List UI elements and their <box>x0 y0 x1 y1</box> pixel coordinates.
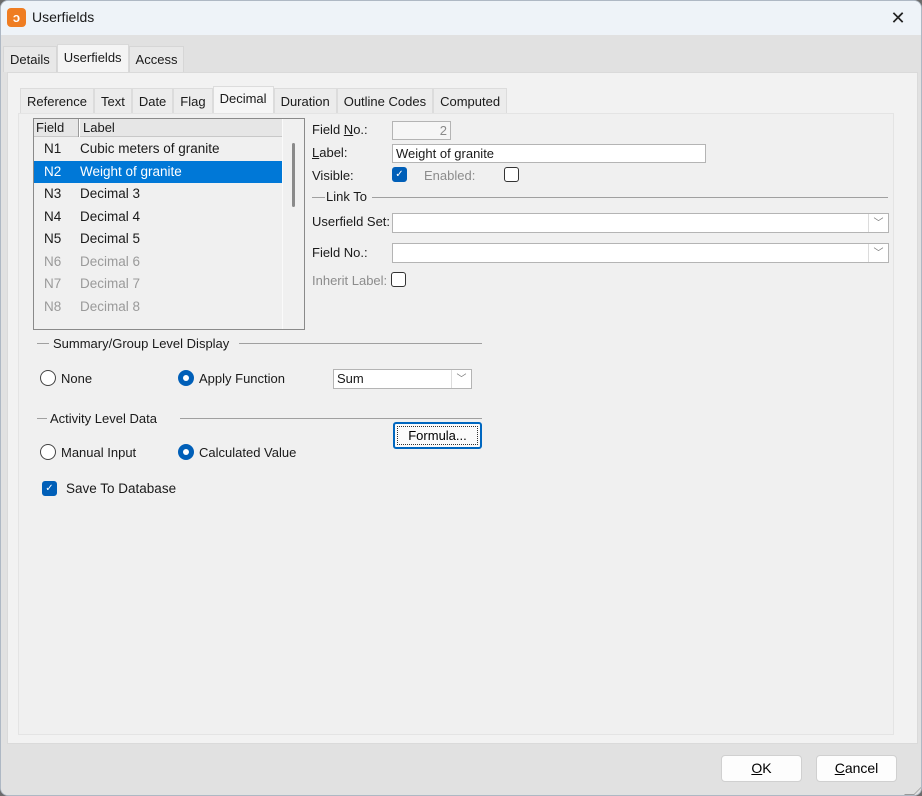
manual-input-radio[interactable] <box>40 444 56 460</box>
list-item-label: Decimal 6 <box>80 253 141 269</box>
inner-tab-bar: Reference Text Date Flag Decimal Duratio… <box>20 84 508 115</box>
app-logo-icon: ↄ <box>7 8 26 27</box>
list-item-field: N2 <box>44 163 62 179</box>
list-item-field: N4 <box>44 208 62 224</box>
cancel-button[interactable]: Cancel <box>816 755 897 782</box>
ok-button[interactable]: OK <box>721 755 802 782</box>
chevron-down-icon: ﹀ <box>451 370 471 388</box>
formula-button[interactable]: Formula... <box>393 422 482 449</box>
activity-divider-right <box>180 418 482 419</box>
list-item-field: N5 <box>44 231 62 246</box>
activity-group-title: Activity Level Data <box>50 411 157 426</box>
list-item[interactable]: N5 Decimal 5 <box>34 228 282 251</box>
apply-function-radio-label: Apply Function <box>199 371 285 386</box>
activity-divider-left <box>37 418 47 419</box>
label-input[interactable]: Weight of granite <box>392 144 706 163</box>
chevron-down-icon: ﹀ <box>868 214 888 232</box>
tab-date[interactable]: Date <box>131 88 174 114</box>
scrollbar-thumb[interactable] <box>292 143 295 207</box>
summary-group-title: Summary/Group Level Display <box>53 336 230 351</box>
none-radio-label: None <box>61 371 93 386</box>
calculated-value-radio-label: Calculated Value <box>199 445 297 460</box>
list-scrollbar[interactable] <box>282 119 304 329</box>
link-field-no-label: Field No.: <box>312 245 368 260</box>
list-rows: N1 Cubic meters of granite N2 Weight of gra… <box>34 138 282 318</box>
field-no-input[interactable]: 2 <box>392 121 451 140</box>
list-item-field: N8 <box>44 298 62 314</box>
checkmark-icon: ✓ <box>395 169 404 180</box>
summary-divider-right <box>239 343 482 344</box>
list-item-label: Cubic meters of granite <box>80 141 220 156</box>
save-to-database-label: Save To Database <box>66 481 177 496</box>
manual-input-radio-label: Manual Input <box>61 445 137 460</box>
field-list[interactable]: Field Label N1 Cubic meters of granite N2 W… <box>33 118 305 330</box>
function-select[interactable]: Sum ﹀ <box>333 369 472 389</box>
visible-checkbox[interactable]: ✓ <box>392 167 407 182</box>
save-to-database-checkbox[interactable]: ✓ <box>42 481 57 496</box>
decimal-panel: Field Label N1 Cubic meters of granite N2 W… <box>18 113 894 735</box>
link-to-divider-right <box>372 197 888 198</box>
list-item[interactable]: N4 Decimal 4 <box>34 206 282 229</box>
list-item-label: Decimal 4 <box>80 208 141 224</box>
list-item[interactable]: N1 Cubic meters of granite <box>34 138 282 161</box>
userfields-panel: Reference Text Date Flag Decimal Duratio… <box>7 72 918 744</box>
dialog-body: Details Userfields Access Reference Text… <box>1 35 921 795</box>
list-item-field: N1 <box>44 141 62 156</box>
checkmark-icon: ✓ <box>45 483 54 494</box>
list-item-field: N3 <box>44 186 62 201</box>
list-item-field: N7 <box>44 276 62 291</box>
tab-reference[interactable]: Reference <box>20 88 94 114</box>
tab-access[interactable]: Access <box>128 46 185 72</box>
userfields-dialog: ↄ Userfields ✕ Details Userfields Access… <box>0 0 922 796</box>
outer-tab-bar: Details Userfields Access <box>3 44 185 73</box>
userfield-set-select[interactable]: ﹀ <box>392 213 889 233</box>
window-title: Userfields <box>32 9 95 25</box>
list-item[interactable]: N2 Weight of granite <box>34 160 282 183</box>
title-bar: ↄ Userfields ✕ <box>1 1 921 35</box>
list-item[interactable]: N3 Decimal 3 <box>34 183 282 206</box>
enabled-checkbox[interactable] <box>504 167 519 182</box>
chevron-down-icon: ﹀ <box>868 244 888 262</box>
list-header: Field Label <box>34 119 282 137</box>
inherit-label-checkbox[interactable] <box>391 272 406 287</box>
none-radio[interactable] <box>40 370 56 386</box>
list-item-label: Decimal 7 <box>80 276 141 291</box>
link-to-divider-left <box>312 197 325 198</box>
inherit-label-label: Inherit Label: <box>312 273 388 288</box>
resize-grip-icon[interactable] <box>904 785 921 795</box>
list-item[interactable]: N8 Decimal 8 <box>34 296 282 319</box>
link-field-no-select[interactable]: ﹀ <box>392 243 889 263</box>
summary-divider-left <box>37 343 49 344</box>
tab-computed[interactable]: Computed <box>433 88 508 114</box>
column-header-field[interactable]: Field <box>34 119 79 137</box>
apply-function-radio[interactable] <box>178 370 194 386</box>
list-item-label: Decimal 3 <box>80 186 141 201</box>
tab-userfields[interactable]: Userfields <box>56 44 129 73</box>
userfield-set-label: Userfield Set: <box>312 214 391 229</box>
tab-duration[interactable]: Duration <box>273 88 337 114</box>
tab-decimal[interactable]: Decimal <box>212 86 274 115</box>
tab-details[interactable]: Details <box>3 46 57 72</box>
enabled-label: Enabled: <box>424 168 476 183</box>
tab-outline-codes[interactable]: Outline Codes <box>336 88 434 114</box>
column-header-label[interactable]: Label <box>79 119 282 137</box>
list-item-label: Decimal 5 <box>80 231 141 246</box>
tab-flag[interactable]: Flag <box>173 88 213 114</box>
tab-text[interactable]: Text <box>93 88 132 114</box>
visible-label: Visible: <box>312 168 354 183</box>
list-item-field: N6 <box>44 253 62 269</box>
list-item-label: Decimal 8 <box>80 298 141 314</box>
list-item-label: Weight of granite <box>80 163 182 179</box>
close-button[interactable]: ✕ <box>875 1 921 35</box>
label-label: Label: <box>312 145 348 160</box>
field-no-label: Field No.: <box>312 122 368 137</box>
link-to-group-title: Link To <box>326 189 367 204</box>
list-item[interactable]: N6 Decimal 6 <box>34 251 282 274</box>
list-item[interactable]: N7 Decimal 7 <box>34 273 282 296</box>
close-icon: ✕ <box>890 8 906 28</box>
calculated-value-radio[interactable] <box>178 444 194 460</box>
